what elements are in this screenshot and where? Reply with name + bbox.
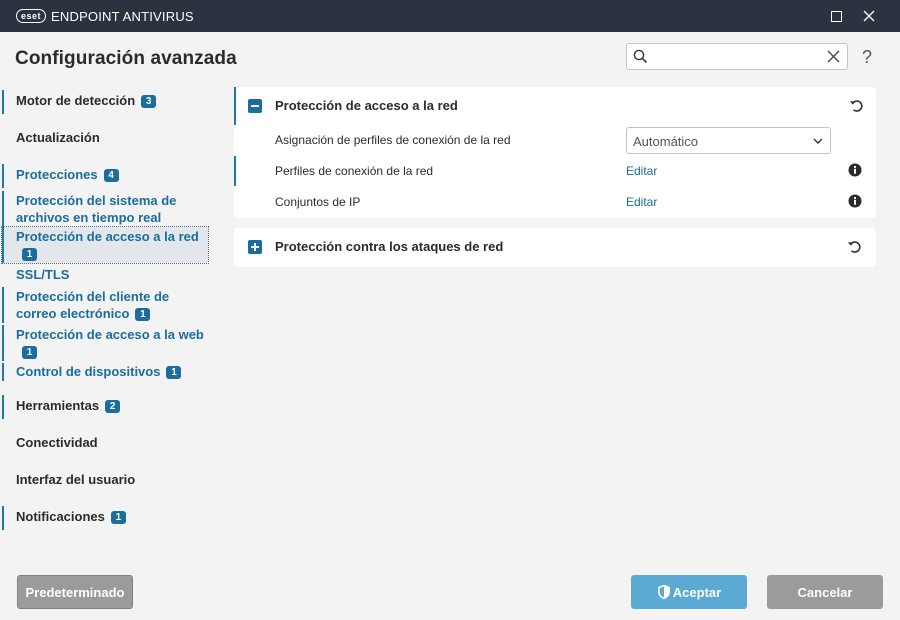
sidebar-item-label: Protección del sistema de archivos en ti… xyxy=(16,193,177,225)
minus-icon xyxy=(251,105,259,107)
sidebar-item-label: Protección de acceso a la red xyxy=(16,229,199,244)
section-proteccion-acceso-red: Protección de acceso a la red Asignación… xyxy=(234,87,876,218)
collapse-icon[interactable] xyxy=(248,99,262,113)
sidebar-item-label: Interfaz del usuario xyxy=(16,472,136,487)
setting-row: Asignación de perfiles de conexión de la… xyxy=(234,125,876,155)
section-header[interactable]: Protección contra los ataques de red xyxy=(234,228,876,266)
info-icon[interactable] xyxy=(848,194,862,208)
count-badge: 1 xyxy=(166,366,182,379)
section-title: Protección de acceso a la red xyxy=(275,98,458,113)
admin-shield-icon xyxy=(657,584,670,600)
accept-button[interactable]: Aceptar xyxy=(631,575,747,609)
section-header[interactable]: Protección de acceso a la red xyxy=(234,87,876,125)
sidebar-item-proteccion-acceso-red[interactable]: Protección de acceso a la red 1 xyxy=(1,226,209,264)
info-icon[interactable] xyxy=(848,163,862,177)
sidebar-item-proteccion-correo[interactable]: Protección del cliente de correo electró… xyxy=(2,287,208,323)
edit-link[interactable]: Editar xyxy=(626,164,657,178)
sidebar-item-label: SSL/TLS xyxy=(16,267,70,282)
search-input[interactable] xyxy=(653,46,821,67)
profile-assignment-select[interactable]: Automático xyxy=(626,127,831,154)
maximize-button[interactable] xyxy=(820,0,852,32)
count-badge: 1 xyxy=(135,308,151,321)
count-badge: 1 xyxy=(22,346,37,359)
expand-icon[interactable] xyxy=(248,240,262,254)
sidebar-item-label: Protecciones xyxy=(16,167,98,182)
app-name: ENDPOINT ANTIVIRUS xyxy=(51,8,194,24)
reset-icon[interactable] xyxy=(846,238,862,254)
setting-row: Perfiles de conexión de la red Editar xyxy=(234,156,876,186)
setting-label: Conjuntos de IP xyxy=(275,195,361,209)
sidebar-item-protecciones[interactable]: Protecciones 4 xyxy=(2,164,208,188)
cancel-button[interactable]: Cancelar xyxy=(767,575,883,609)
reset-icon[interactable] xyxy=(848,97,864,113)
sidebar-item-control-dispositivos[interactable]: Control de dispositivos 1 xyxy=(2,363,208,381)
count-badge: 2 xyxy=(105,400,121,413)
sidebar-item-label: Conectividad xyxy=(16,435,98,450)
sidebar-item-proteccion-web[interactable]: Protección de acceso a la web 1 xyxy=(2,325,208,361)
sidebar-item-actualizacion[interactable]: Actualización xyxy=(2,127,208,151)
sidebar-item-label: Herramientas xyxy=(16,398,100,413)
sidebar-item-interfaz-usuario[interactable]: Interfaz del usuario xyxy=(2,469,208,493)
sidebar-item-label: Motor de detección xyxy=(16,93,136,108)
sidebar-item-notificaciones[interactable]: Notificaciones 1 xyxy=(2,506,208,530)
select-value: Automático xyxy=(633,134,699,149)
setting-label: Asignación de perfiles de conexión de la… xyxy=(275,133,511,147)
count-badge: 3 xyxy=(141,95,157,108)
default-button-label: Predeterminado xyxy=(25,584,125,600)
setting-label: Perfiles de conexión de la red xyxy=(275,164,434,178)
logo-text: eset xyxy=(21,10,42,21)
sidebar-item-label: Actualización xyxy=(16,130,100,145)
sidebar-item-motor-deteccion[interactable]: Motor de detección 3 xyxy=(2,90,208,114)
accept-button-label: Aceptar xyxy=(672,584,722,600)
page-title: Configuración avanzada xyxy=(15,48,237,69)
close-button[interactable] xyxy=(853,0,885,32)
count-badge: 1 xyxy=(110,511,126,524)
help-icon[interactable]: ? xyxy=(862,47,872,68)
chevron-down-icon xyxy=(813,138,823,144)
sidebar-item-conectividad[interactable]: Conectividad xyxy=(2,432,208,456)
sidebar-item-herramientas[interactable]: Herramientas 2 xyxy=(2,395,208,419)
sidebar-item-label: Protección de acceso a la web xyxy=(16,327,204,342)
edit-link[interactable]: Editar xyxy=(626,195,657,209)
default-button[interactable]: Predeterminado xyxy=(17,575,133,609)
sidebar-item-proteccion-sistema-archivos[interactable]: Protección del sistema de archivos en ti… xyxy=(2,191,208,227)
count-badge: 4 xyxy=(103,169,119,182)
plus-icon xyxy=(251,243,259,251)
eset-logo: eset xyxy=(16,9,47,23)
count-badge: 1 xyxy=(22,248,37,261)
section-proteccion-ataques-red: Protección contra los ataques de red xyxy=(234,228,876,267)
sidebar-item-label: Control de dispositivos xyxy=(16,364,161,379)
maximize-icon xyxy=(830,10,842,22)
search-icon xyxy=(633,49,648,64)
clear-search-icon[interactable] xyxy=(827,50,840,63)
cancel-button-label: Cancelar xyxy=(797,584,853,600)
section-title: Protección contra los ataques de red xyxy=(275,239,504,254)
sidebar-item-label: Notificaciones xyxy=(16,509,105,524)
search-box[interactable] xyxy=(626,43,848,70)
sidebar-item-ssl-tls[interactable]: SSL/TLS xyxy=(2,266,208,284)
close-icon xyxy=(863,10,875,22)
setting-row: Conjuntos de IP Editar xyxy=(234,187,876,217)
title-bar: eset ENDPOINT ANTIVIRUS xyxy=(0,0,900,32)
